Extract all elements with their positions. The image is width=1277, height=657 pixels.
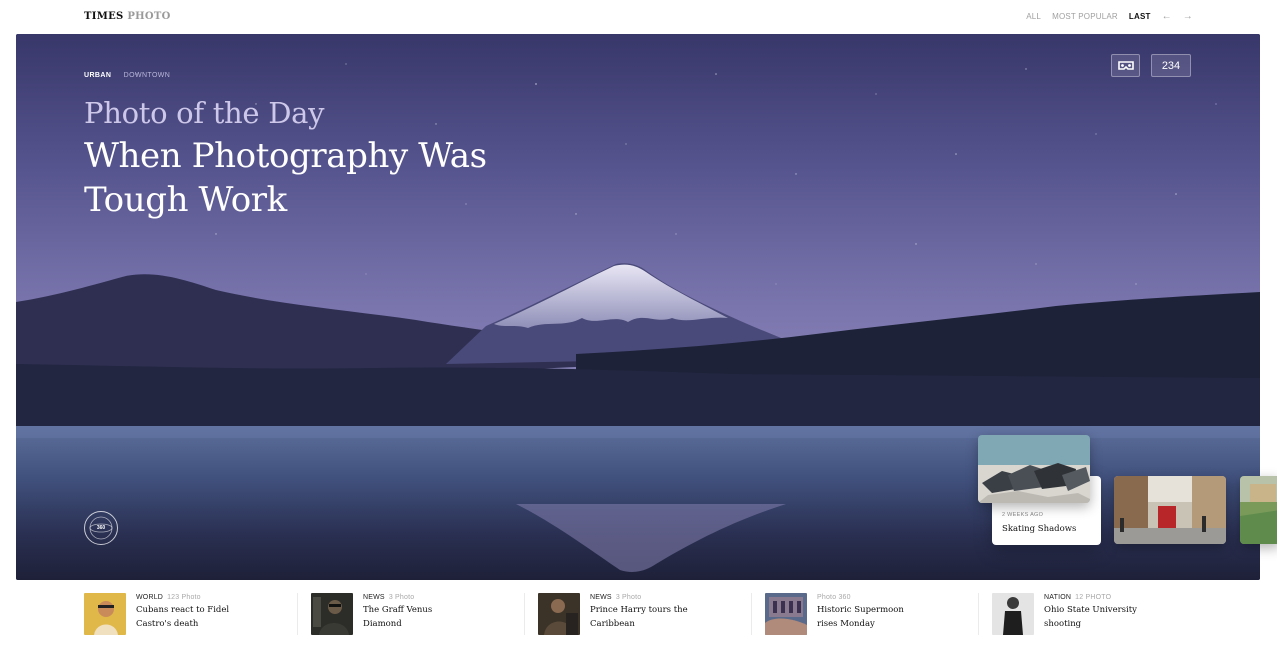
- story-meta: Photo 360: [817, 594, 927, 601]
- story-text: NEWS 3 Photo Prince Harry tours the Carib…: [590, 594, 700, 637]
- story-thumbnail: [84, 593, 126, 635]
- story-item[interactable]: Photo 360 Historic Supermoon rises Monda…: [765, 593, 927, 637]
- top-nav: ALL MOST POPULAR LAST ← →: [1015, 11, 1193, 21]
- story-text: NEWS 3 Photo The Graff Venus Diamond: [363, 594, 473, 637]
- story-thumbnail: [765, 593, 807, 635]
- story-headline: Cubans react to Fidel Castro's death: [136, 605, 230, 629]
- carousel-card-street[interactable]: [1114, 476, 1226, 544]
- featured-card-title: Skating Shadows: [1002, 524, 1077, 534]
- street-photo-image: [1114, 476, 1226, 544]
- brand-logo[interactable]: TIMES PHOTO: [84, 11, 171, 22]
- story-category: NEWS: [590, 594, 612, 601]
- hero-kicker: Photo of the Day: [84, 96, 325, 130]
- story-count: 3 Photo: [388, 594, 415, 601]
- story-divider: [978, 593, 979, 635]
- story-headline: Prince Harry tours the Caribbean: [590, 605, 688, 629]
- story-divider: [524, 593, 525, 635]
- featured-card-image: [978, 435, 1090, 503]
- nav-item-last[interactable]: LAST: [1129, 12, 1151, 21]
- story-headline: Ohio State University shooting: [1044, 605, 1137, 629]
- story-divider: [751, 593, 752, 635]
- story-item[interactable]: NEWS 3 Photo Prince Harry tours the Carib…: [538, 593, 700, 637]
- hero-title[interactable]: When Photography Was Tough Work: [84, 134, 504, 222]
- pano-360-button[interactable]: 360: [84, 511, 118, 545]
- breadcrumb-downtown[interactable]: DOWNTOWN: [124, 72, 171, 79]
- story-item[interactable]: NEWS 3 Photo The Graff Venus Diamond: [311, 593, 473, 637]
- story-strip: WORLD 123 Photo Cubans react to Fidel Cas…: [0, 580, 1277, 657]
- featured-card-time: 2 WEEKS AGO: [1002, 512, 1044, 518]
- story-item[interactable]: NATION 12 PHOTO Ohio State University sho…: [992, 593, 1154, 637]
- story-headline: The Graff Venus Diamond: [363, 605, 433, 629]
- nav-item-most-popular[interactable]: MOST POPULAR: [1052, 12, 1118, 21]
- globe-360-icon: [89, 516, 113, 540]
- story-text: WORLD 123 Photo Cubans react to Fidel Cas…: [136, 594, 246, 637]
- arrow-left-icon[interactable]: ←: [1162, 11, 1172, 21]
- story-category: WORLD: [136, 594, 164, 601]
- story-item[interactable]: WORLD 123 Photo Cubans react to Fidel Cas…: [84, 593, 246, 637]
- story-text: NATION 12 PHOTO Ohio State University sho…: [1044, 594, 1154, 637]
- story-thumbnail: [992, 593, 1034, 635]
- vr-headset-icon: [1117, 60, 1134, 70]
- story-meta: NEWS 3 Photo: [590, 594, 700, 601]
- nav-item-all[interactable]: ALL: [1026, 12, 1041, 21]
- vr-button[interactable]: [1111, 54, 1140, 77]
- story-divider: [297, 593, 298, 635]
- story-meta: WORLD 123 Photo: [136, 594, 246, 601]
- story-headline: Historic Supermoon rises Monday: [817, 605, 904, 629]
- story-count: 3 Photo: [615, 594, 642, 601]
- story-count: 12 PHOTO: [1075, 594, 1112, 601]
- story-thumbnail: [538, 593, 580, 635]
- story-meta: NATION 12 PHOTO: [1044, 594, 1154, 601]
- top-bar: TIMES PHOTO ALL MOST POPULAR LAST ← →: [0, 0, 1277, 34]
- field-photo-image: [1240, 476, 1277, 544]
- arrow-right-icon[interactable]: →: [1183, 11, 1193, 21]
- breadcrumb-urban[interactable]: URBAN: [84, 72, 111, 79]
- story-meta: NEWS 3 Photo: [363, 594, 473, 601]
- carousel-card-featured[interactable]: 2 WEEKS AGO Skating Shadows: [978, 435, 1101, 545]
- brand-logo-part2: PHOTO: [127, 11, 171, 22]
- brand-logo-part1: TIMES: [84, 11, 124, 22]
- story-text: Photo 360 Historic Supermoon rises Monda…: [817, 594, 927, 637]
- story-thumbnail: [311, 593, 353, 635]
- story-category: NEWS: [363, 594, 385, 601]
- story-count: 123 Photo: [167, 594, 201, 601]
- story-category: Photo 360: [817, 594, 851, 601]
- photo-count-badge: 234: [1151, 54, 1191, 77]
- breadcrumb: URBAN DOWNTOWN: [84, 72, 170, 79]
- carousel-card-field[interactable]: [1240, 476, 1277, 544]
- story-category: NATION: [1044, 594, 1072, 601]
